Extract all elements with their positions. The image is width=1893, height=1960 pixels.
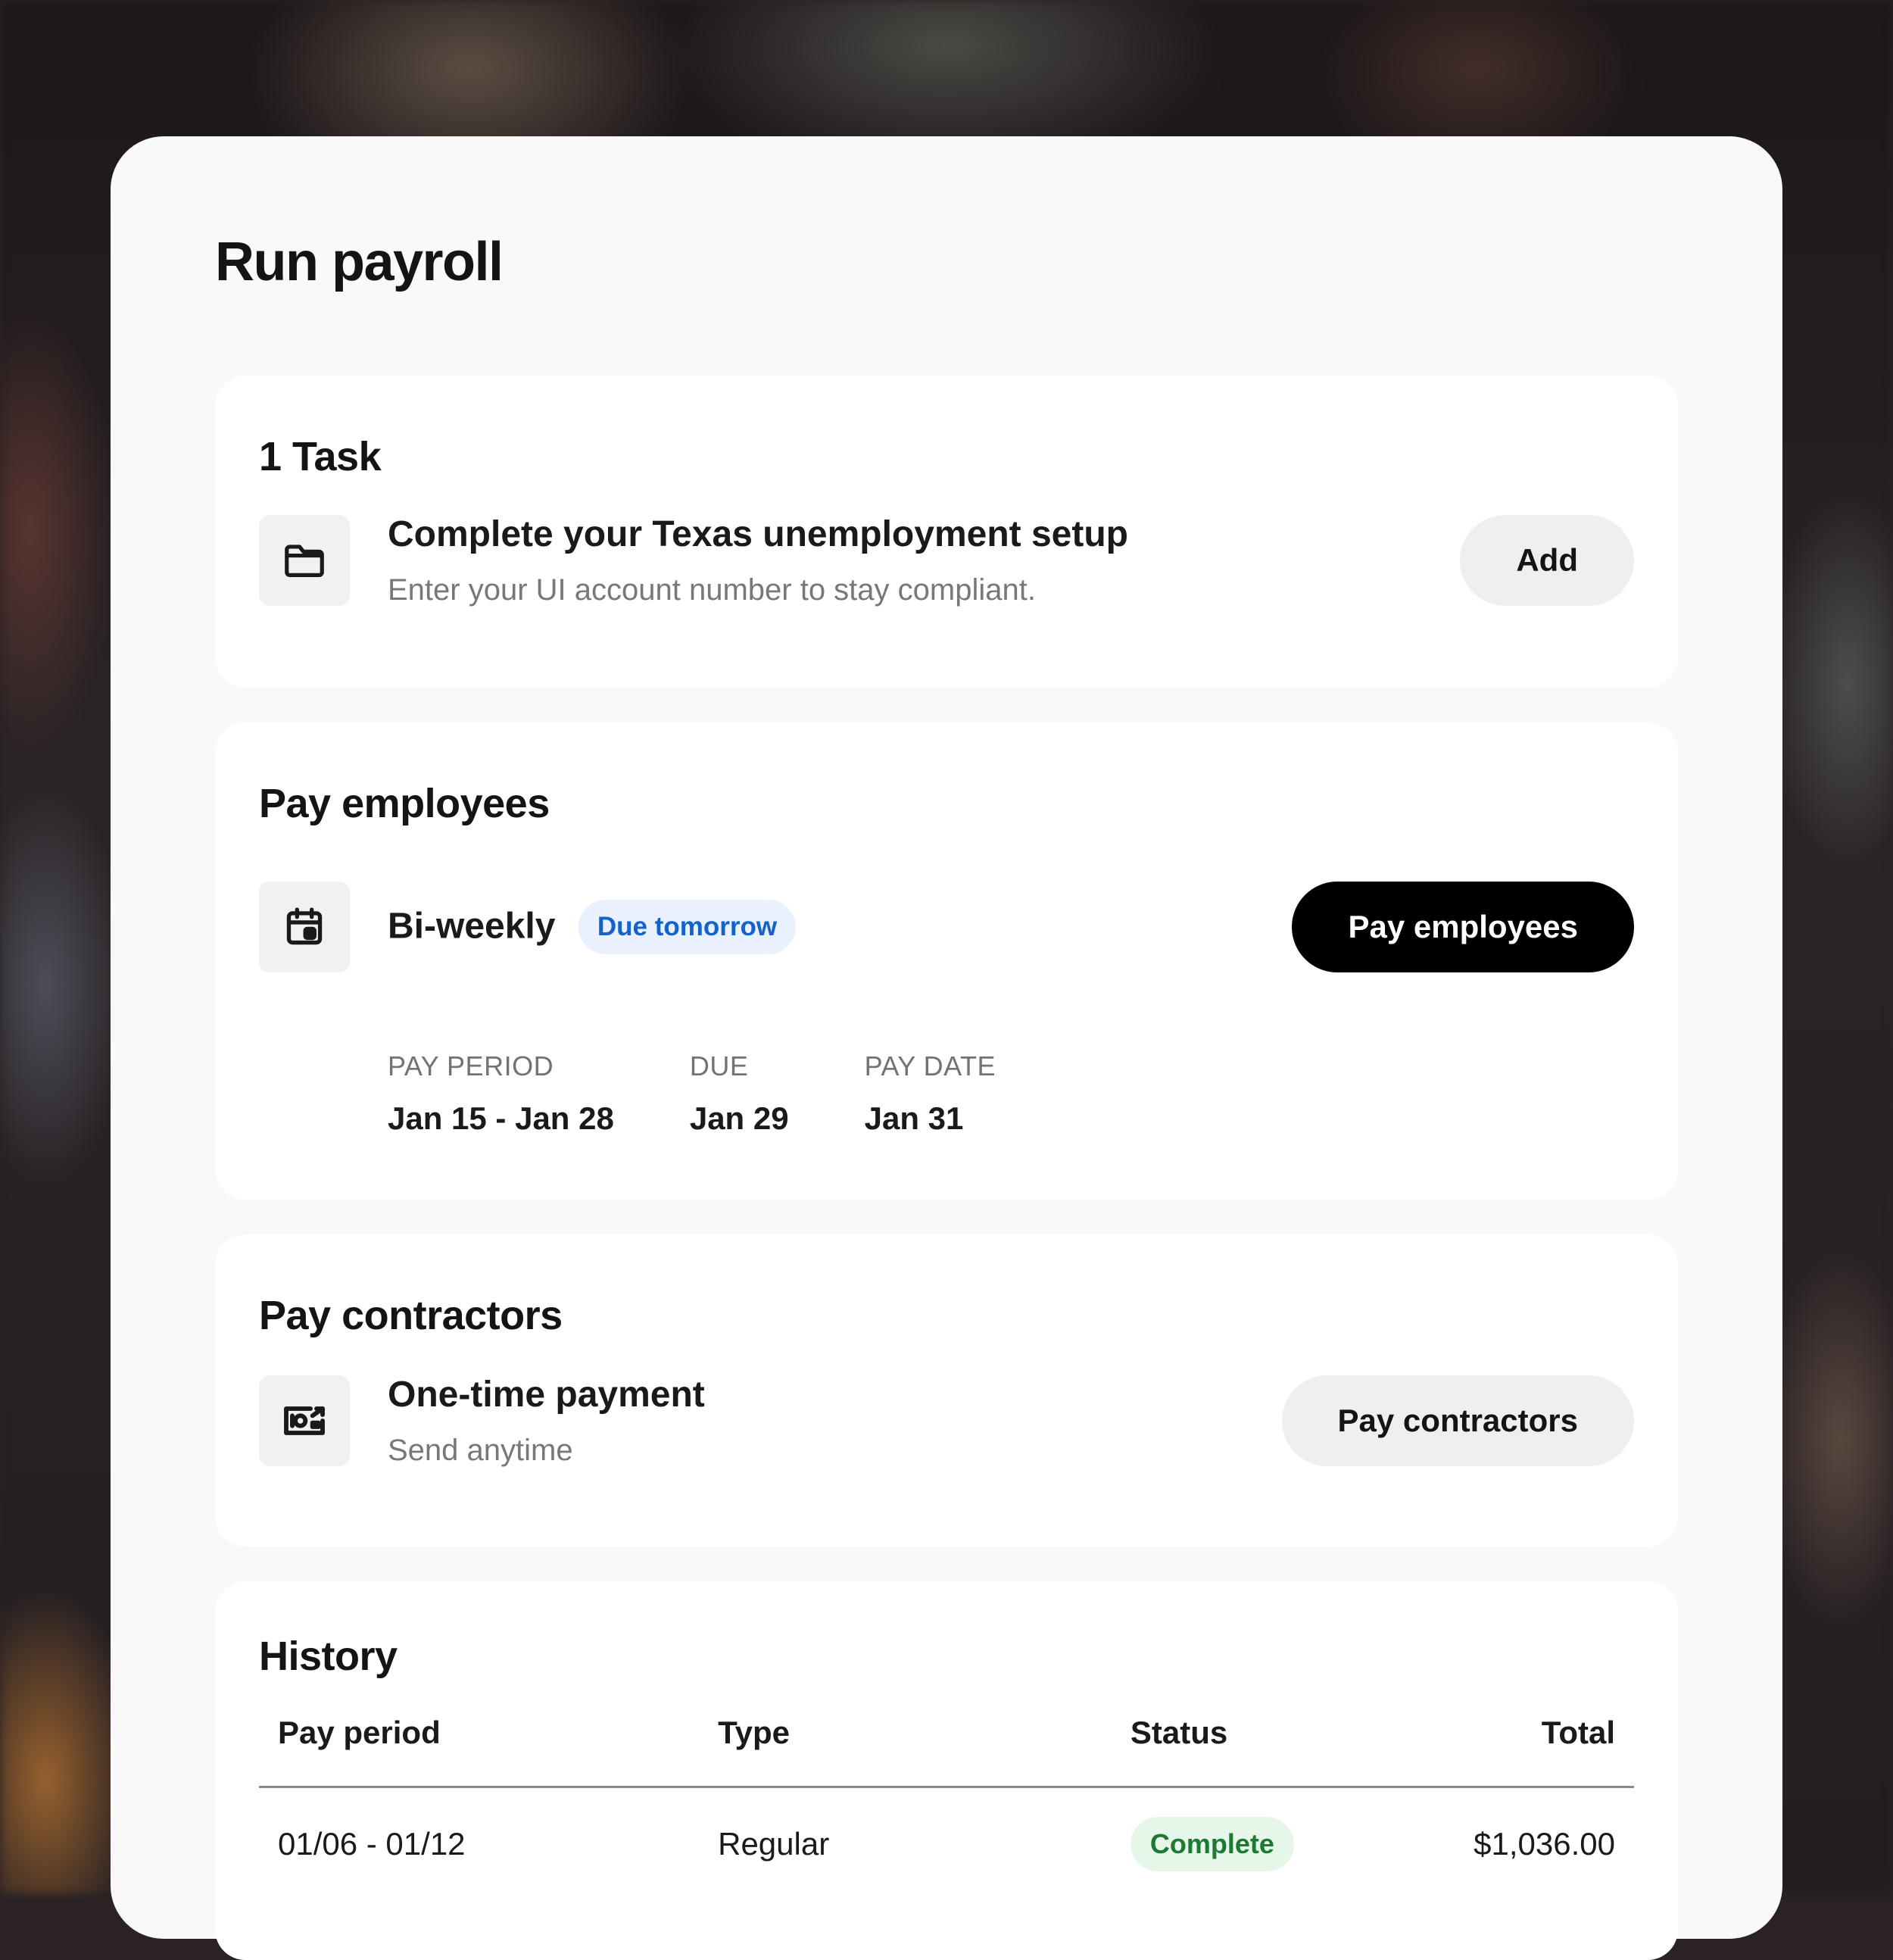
column-type: Type: [699, 1715, 1112, 1788]
money-icon: [284, 1406, 325, 1436]
pay-contractors-card: Pay contractors One-time payment Send an…: [215, 1234, 1678, 1546]
cell-type: Regular: [718, 1826, 830, 1862]
tasks-heading: 1 Task: [259, 434, 382, 479]
pay-employees-heading: Pay employees: [259, 781, 550, 826]
contractor-icon-tile: [259, 1375, 350, 1467]
folder-icon: [285, 545, 324, 578]
cell-pay-period: 01/06 - 01/12: [278, 1826, 466, 1862]
due-badge: Due tomorrow: [578, 900, 797, 954]
contractor-payment-title: One-time payment: [388, 1375, 705, 1415]
pay-employees-button[interactable]: Pay employees: [1292, 882, 1634, 972]
pay-schedule-meta: PAY PERIOD Jan 15 - Jan 28 DUE Jan 29 PA…: [388, 1053, 1634, 1134]
due-field: DUE Jan 29: [690, 1053, 789, 1134]
task-title: Complete your Texas unemployment setup: [388, 514, 1128, 554]
contractor-payment-subtitle: Send anytime: [388, 1433, 573, 1467]
pay-date-label: PAY DATE: [864, 1050, 996, 1081]
pay-schedule-row: Bi-weekly Due tomorrow Pay employees: [259, 882, 1634, 972]
column-status: Status: [1111, 1715, 1387, 1788]
cell-total: $1,036.00: [1474, 1826, 1615, 1862]
pay-contractors-heading: Pay contractors: [259, 1293, 563, 1338]
pay-date-value: Jan 31: [864, 1100, 964, 1136]
history-table: Pay period Type Status Total 01/06 - 01/…: [259, 1715, 1634, 1900]
pay-employees-card: Pay employees Bi-weekly Due tomorrow Pay…: [215, 723, 1678, 1200]
pay-period-label: PAY PERIOD: [388, 1050, 554, 1081]
due-label: DUE: [689, 1050, 749, 1081]
task-row: Complete your Texas unemployment setup E…: [259, 514, 1634, 607]
pay-date-field: PAY DATE Jan 31: [865, 1053, 996, 1134]
schedule-label: Bi-weekly: [388, 906, 556, 947]
column-total: Total: [1386, 1715, 1634, 1788]
column-pay-period: Pay period: [259, 1715, 700, 1788]
due-value: Jan 29: [689, 1100, 789, 1136]
history-card: History Pay period Type Status Total 01/…: [215, 1581, 1678, 1960]
pay-period-field: PAY PERIOD Jan 15 - Jan 28: [388, 1053, 614, 1134]
contractor-text: One-time payment Send anytime: [388, 1375, 1282, 1467]
history-heading: History: [259, 1634, 398, 1679]
task-text: Complete your Texas unemployment setup E…: [388, 514, 1460, 607]
history-header-row: Pay period Type Status Total: [259, 1715, 1634, 1788]
pay-period-value: Jan 15 - Jan 28: [388, 1100, 614, 1136]
pay-contractors-button[interactable]: Pay contractors: [1281, 1375, 1634, 1467]
schedule-icon-tile: [259, 882, 350, 972]
tasks-card: 1 Task Complete your Texas unemployment …: [215, 376, 1678, 688]
contractor-payment-row: One-time payment Send anytime Pay contra…: [259, 1375, 1634, 1467]
status-badge: Complete: [1130, 1817, 1294, 1871]
cell-status: Complete: [1112, 1787, 1386, 1901]
task-subtitle: Enter your UI account number to stay com…: [388, 573, 1036, 607]
page-title: Run payroll: [215, 232, 504, 292]
table-row[interactable]: 01/06 - 01/12 Regular Complete $1,036.00: [259, 1787, 1634, 1901]
task-icon-tile: [259, 515, 350, 607]
payroll-sheet: Run payroll 1 Task Complete your Texas u…: [111, 136, 1782, 1960]
schedule-text: Bi-weekly Due tomorrow: [388, 900, 1292, 954]
calendar-icon: [286, 907, 323, 945]
add-button[interactable]: Add: [1460, 515, 1634, 607]
